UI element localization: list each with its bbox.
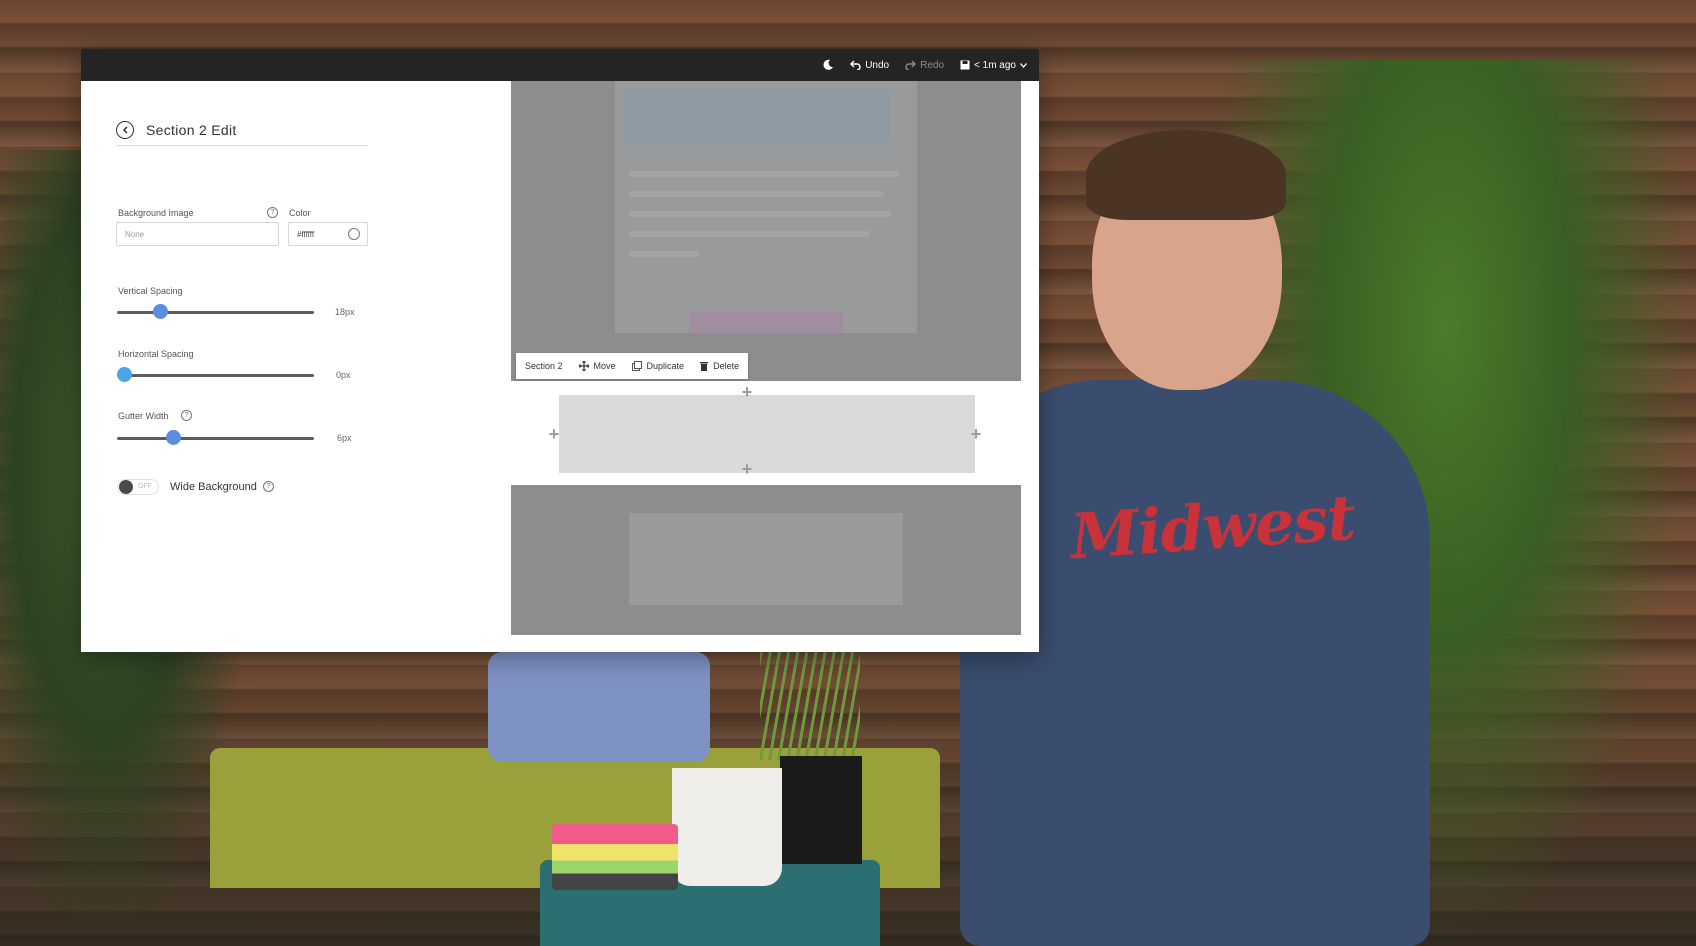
color-swatch[interactable] (348, 228, 360, 240)
section-2[interactable]: + + + + (511, 381, 1021, 485)
duplicate-button[interactable]: Duplicate (631, 361, 685, 371)
chevron-left-icon (122, 126, 128, 134)
gutter-width-track[interactable] (117, 437, 314, 440)
potted-grass (760, 650, 860, 760)
redo-icon (905, 60, 917, 70)
section-1-preview[interactable] (615, 81, 917, 333)
horizontal-spacing-slider[interactable] (117, 367, 132, 382)
section-3-preview[interactable] (629, 513, 903, 605)
text-line (629, 171, 899, 177)
toggle-state: OFF (138, 483, 152, 490)
delete-button[interactable]: Delete (700, 361, 739, 371)
top-toolbar: Undo Redo < 1m ago (81, 49, 1039, 81)
duplicate-icon (631, 361, 642, 371)
section-label: Section 2 (525, 361, 563, 371)
sticky-notes (552, 824, 678, 890)
chevron-down-icon (1020, 62, 1027, 68)
color-label: Color (289, 208, 311, 218)
gutter-width-label: Gutter Width (118, 411, 169, 421)
redo-label: Redo (920, 59, 945, 71)
toggle-knob (119, 480, 133, 494)
text-line (629, 191, 884, 197)
save-status-label: < 1m ago (974, 59, 1016, 71)
help-icon[interactable]: ? (181, 410, 192, 421)
plant-pot (780, 756, 862, 864)
pillow (488, 652, 710, 762)
section-1-cta-button[interactable] (689, 311, 843, 333)
background-image-input[interactable]: None (116, 222, 279, 246)
gutter-width-slider[interactable] (166, 430, 182, 445)
horizontal-spacing-value: 0px (336, 370, 351, 380)
wide-background-toggle[interactable]: OFF (117, 479, 159, 495)
gutter-width-value: 6px (337, 433, 352, 443)
add-row-below-icon[interactable]: + (740, 460, 754, 478)
undo-label: Undo (865, 59, 890, 71)
section-toolbar: Section 2 Move Duplicate Delete (516, 353, 749, 379)
vertical-spacing-value: 18px (335, 307, 355, 317)
moon-icon (823, 59, 834, 70)
undo-icon (850, 60, 861, 70)
add-column-left-icon[interactable]: + (547, 425, 561, 443)
section-settings-panel: Section 2 Edit Background Image ? None C… (81, 81, 511, 652)
pen-mug (672, 768, 782, 886)
move-label: Move (593, 361, 616, 371)
move-icon (578, 361, 589, 371)
background-image-label: Background Image (118, 208, 194, 218)
presenter-hair (1086, 130, 1286, 220)
dark-mode-toggle[interactable] (822, 59, 834, 71)
color-input[interactable]: #ffffff (288, 222, 368, 246)
move-button[interactable]: Move (578, 361, 616, 371)
horizontal-spacing-label: Horizontal Spacing (118, 349, 194, 359)
duplicate-label: Duplicate (646, 361, 685, 371)
text-line (629, 231, 869, 237)
save-status-dropdown[interactable]: < 1m ago (960, 60, 1027, 71)
undo-button[interactable]: Undo (850, 60, 889, 71)
text-line (629, 211, 891, 217)
redo-button[interactable]: Redo (905, 60, 944, 71)
help-icon[interactable]: ? (267, 207, 278, 218)
color-value: #ffffff (297, 229, 315, 239)
help-icon[interactable]: ? (263, 481, 274, 492)
vertical-spacing-slider[interactable] (153, 304, 169, 319)
section-2-content-block[interactable] (559, 395, 975, 473)
editor-window: Undo Redo < 1m ago Section 2 Edit Backgr… (81, 49, 1039, 652)
panel-title: Section 2 Edit (146, 122, 237, 138)
add-row-above-icon[interactable]: + (740, 383, 754, 401)
save-icon (960, 60, 970, 70)
text-line (629, 251, 699, 257)
delete-label: Delete (713, 361, 740, 371)
wide-background-label: Wide Background (170, 481, 257, 493)
vertical-spacing-label: Vertical Spacing (118, 286, 183, 296)
back-button[interactable] (116, 121, 134, 139)
page-canvas: Section 2 Move Duplicate Delete + + + + (511, 81, 1021, 635)
horizontal-spacing-track[interactable] (117, 374, 314, 377)
add-column-right-icon[interactable]: + (969, 425, 983, 443)
vertical-spacing-track[interactable] (117, 311, 314, 314)
section-1-image-placeholder (623, 89, 891, 143)
trash-icon (700, 362, 709, 371)
panel-header: Section 2 Edit (116, 115, 368, 146)
